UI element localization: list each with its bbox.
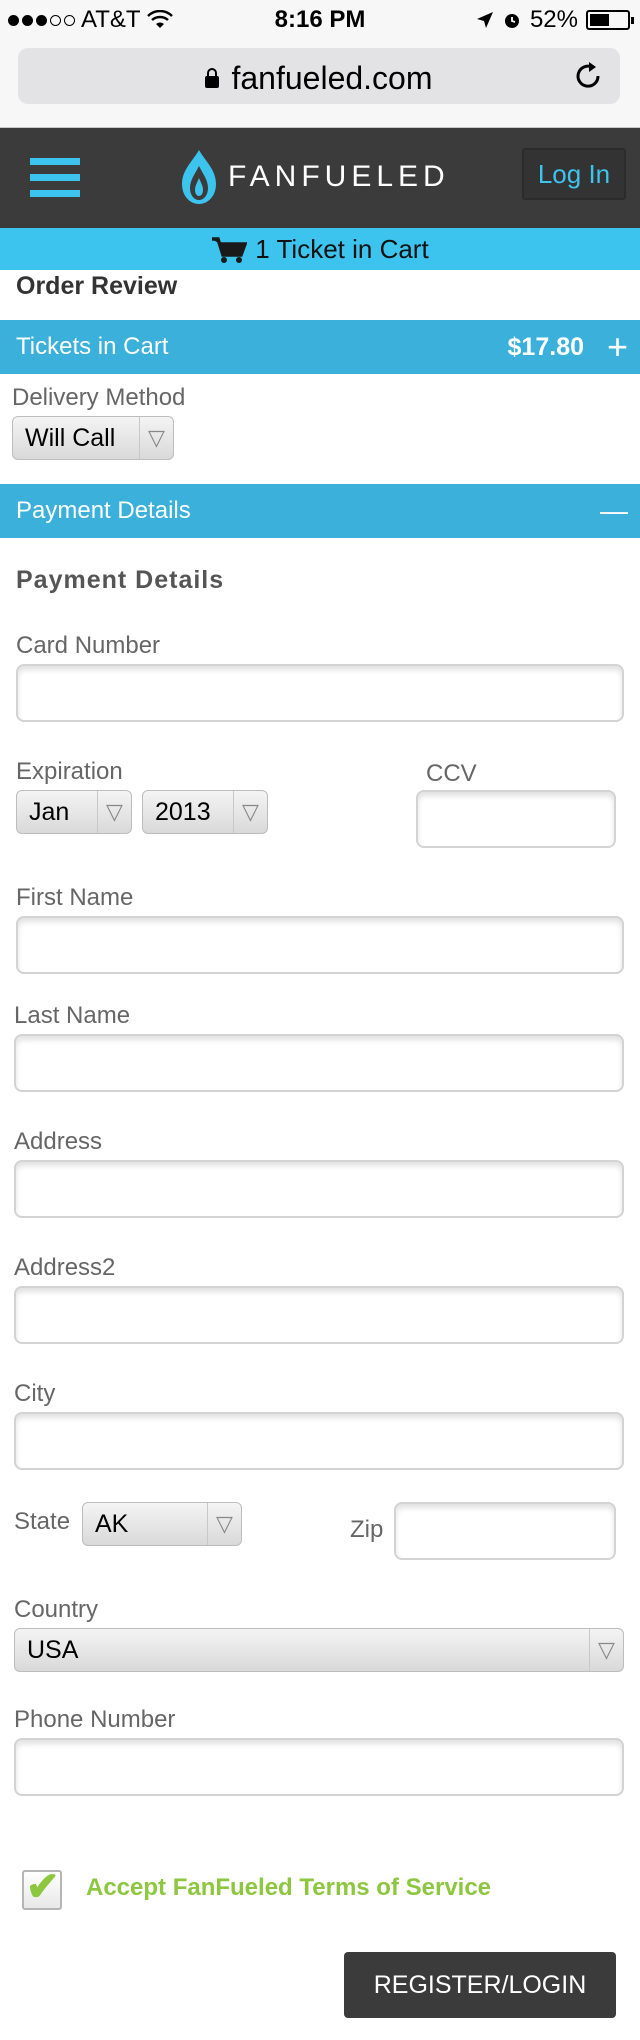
chevron-down-icon: ▽	[97, 791, 131, 833]
expiration-label: Expiration	[16, 758, 123, 785]
first-name-input[interactable]	[16, 916, 624, 974]
cart-total-price: $17.80	[507, 333, 584, 361]
state-select[interactable]: AK ▽	[82, 1502, 242, 1546]
battery-percent: 52%	[529, 6, 578, 33]
expiration-month-select[interactable]: Jan ▽	[16, 790, 132, 834]
chevron-down-icon: ▽	[233, 791, 267, 833]
tickets-section-title: Tickets in Cart	[16, 333, 169, 360]
delivery-method-value: Will Call	[25, 424, 116, 452]
terms-checkbox[interactable]: ✔	[22, 1865, 62, 1910]
terms-of-service-link[interactable]: Accept FanFueled Terms of Service	[86, 1874, 491, 1902]
address2-label: Address2	[14, 1254, 116, 1281]
city-label: City	[14, 1380, 56, 1407]
delivery-method-label: Delivery Method	[12, 384, 186, 411]
zip-input[interactable]	[394, 1502, 616, 1560]
last-name-input[interactable]	[14, 1034, 624, 1092]
checkmark-icon: ✔	[26, 1865, 60, 1909]
battery-level	[590, 14, 609, 26]
city-input[interactable]	[14, 1412, 624, 1470]
reload-icon[interactable]	[572, 60, 604, 92]
expiration-year-select[interactable]: 2013 ▽	[142, 790, 268, 834]
state-value: AK	[95, 1510, 129, 1538]
expiration-month-value: Jan	[29, 798, 70, 826]
zip-label: Zip	[350, 1516, 384, 1543]
collapse-minus-icon[interactable]: —	[600, 484, 628, 538]
first-name-label: First Name	[16, 884, 134, 911]
expand-plus-icon[interactable]: +	[607, 320, 628, 374]
phone-number-input[interactable]	[14, 1738, 624, 1796]
address2-input[interactable]	[14, 1286, 624, 1344]
last-name-label: Last Name	[14, 1002, 131, 1029]
country-select[interactable]: USA ▽	[14, 1628, 624, 1672]
payment-section-title: Payment Details	[16, 497, 191, 524]
cart-bar[interactable]: 1 Ticket in Cart	[0, 228, 640, 270]
hamburger-menu-icon[interactable]	[30, 158, 80, 198]
battery-icon	[586, 10, 634, 30]
register-login-button[interactable]: REGISTER/LOGIN	[344, 1952, 616, 2018]
lock-icon	[205, 68, 220, 88]
status-bar: AT&T 8:16 PM 52%	[0, 0, 640, 40]
alarm-icon	[504, 14, 519, 28]
ccv-label: CCV	[426, 760, 477, 787]
payment-details-bar[interactable]: Payment Details —	[0, 484, 640, 538]
chevron-down-icon: ▽	[589, 1629, 623, 1671]
url-field[interactable]: fanfueled.com	[18, 48, 620, 104]
country-value: USA	[27, 1636, 79, 1664]
address-input[interactable]	[14, 1160, 624, 1218]
chevron-down-icon: ▽	[139, 417, 173, 459]
country-label: Country	[14, 1596, 99, 1623]
payment-details-heading: Payment Details	[16, 566, 225, 594]
site-logo[interactable]: FANFUELED	[178, 148, 450, 206]
status-right: 52%	[476, 6, 634, 34]
state-label: State	[14, 1508, 71, 1535]
order-review-title: Order Review	[16, 272, 178, 300]
tickets-in-cart-bar[interactable]: Tickets in Cart $17.80 +	[0, 320, 640, 374]
address-label: Address	[14, 1128, 103, 1155]
card-number-label: Card Number	[16, 632, 161, 659]
delivery-method-select[interactable]: Will Call ▽	[12, 416, 174, 460]
location-arrow-icon	[476, 12, 493, 28]
ccv-input[interactable]	[416, 790, 616, 848]
phone-number-label: Phone Number	[14, 1706, 176, 1733]
login-button[interactable]: Log In	[522, 148, 626, 200]
cart-label: 1 Ticket in Cart	[255, 234, 429, 264]
logo-text: FANFUELED	[228, 160, 450, 193]
chevron-down-icon: ▽	[207, 1503, 241, 1545]
cart-icon	[212, 237, 248, 263]
card-number-input[interactable]	[16, 664, 624, 722]
expiration-year-value: 2013	[155, 798, 211, 826]
url-text: fanfueled.com	[231, 60, 433, 96]
url-display: fanfueled.com	[18, 60, 620, 97]
flame-logo-icon	[182, 150, 216, 204]
browser-url-bar: fanfueled.com	[0, 40, 640, 128]
site-header: FANFUELED Log In	[0, 128, 640, 228]
